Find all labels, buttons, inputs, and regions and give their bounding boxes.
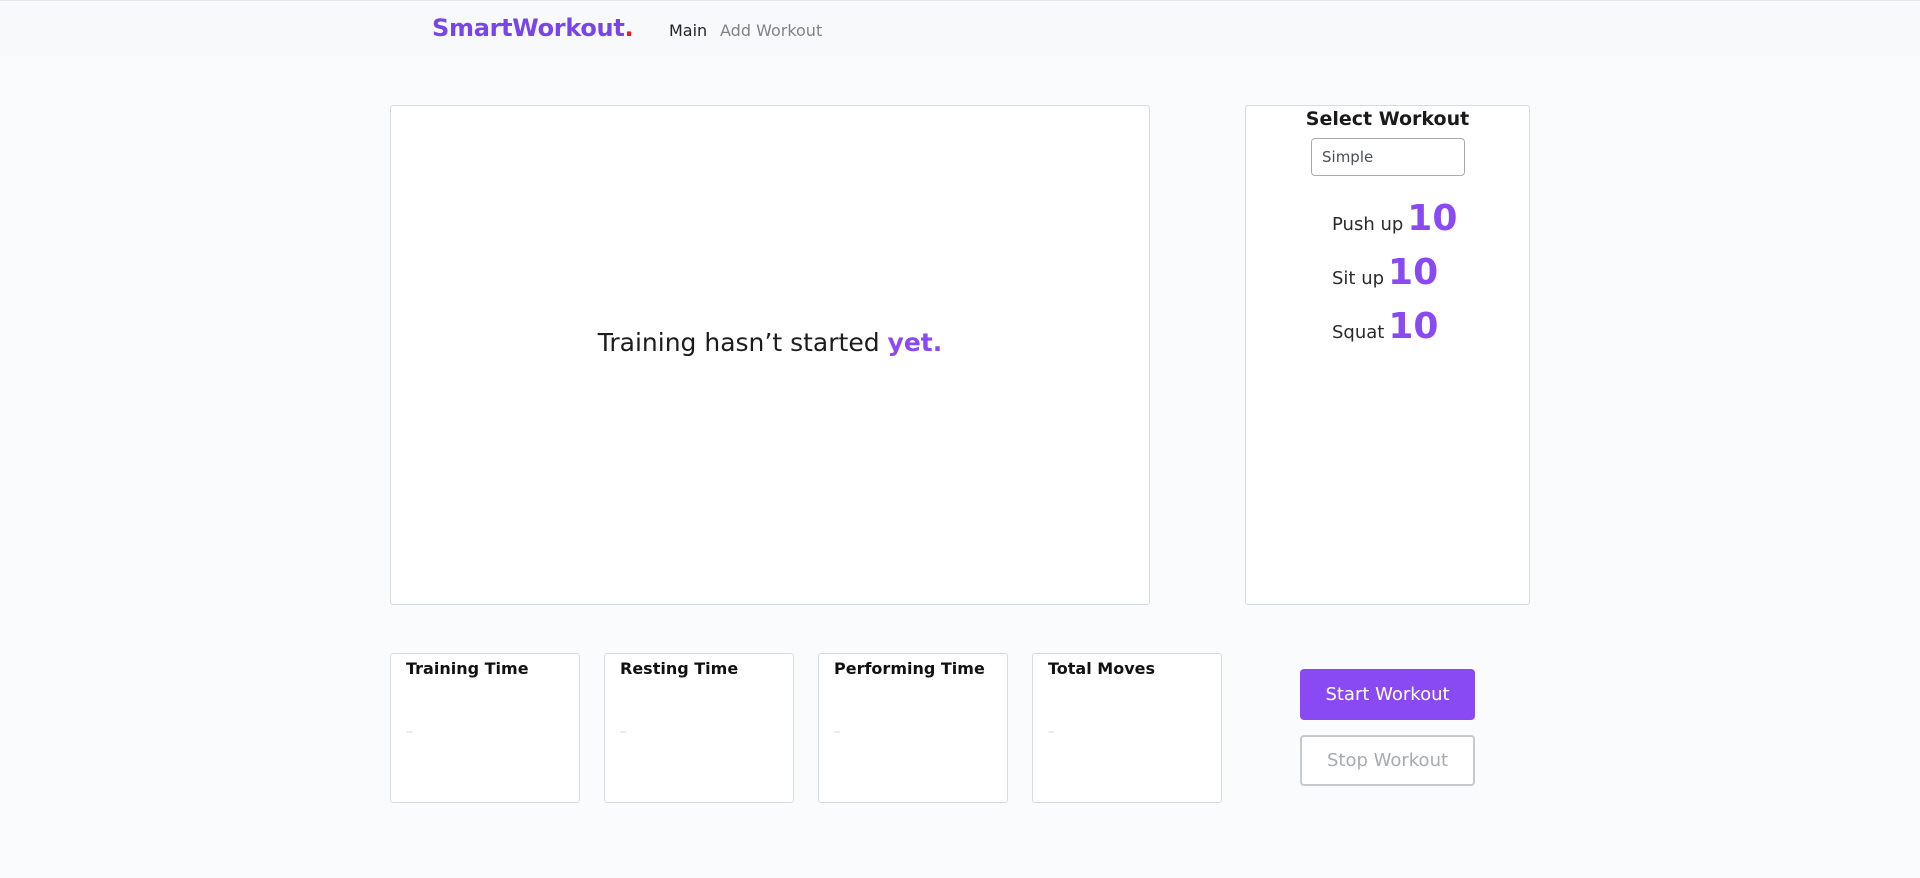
- exercise-item: Push up 10: [1332, 198, 1457, 239]
- stat-value: –: [834, 724, 841, 740]
- stat-label: Training Time: [406, 659, 529, 678]
- nav-add-workout-link[interactable]: Add Workout: [720, 21, 822, 40]
- status-text: Training hasn’t started: [597, 328, 880, 357]
- performing-time-card: Performing Time –: [818, 653, 1008, 803]
- stat-value: –: [1048, 724, 1055, 740]
- navbar: SmartWorkout. Main Add Workout: [0, 0, 1920, 56]
- stat-label: Resting Time: [620, 659, 739, 678]
- stat-label: Performing Time: [834, 659, 985, 678]
- workout-select[interactable]: Simple: [1311, 138, 1465, 176]
- status-highlight: yet: [887, 328, 933, 357]
- training-stage: Training hasn’t started yet.: [390, 105, 1150, 605]
- total-moves-card: Total Moves –: [1032, 653, 1222, 803]
- nav-main-link[interactable]: Main: [669, 21, 707, 40]
- exercise-count: 10: [1388, 306, 1439, 347]
- exercise-name: Sit up: [1332, 268, 1385, 289]
- start-workout-button[interactable]: Start Workout: [1300, 669, 1475, 720]
- exercise-item: Sit up 10: [1332, 252, 1438, 293]
- stat-label: Total Moves: [1048, 659, 1155, 678]
- training-status-message: Training hasn’t started yet.: [391, 328, 1149, 357]
- exercise-name: Squat: [1332, 322, 1385, 343]
- brand-logo[interactable]: SmartWorkout.: [432, 14, 634, 42]
- stop-workout-button[interactable]: Stop Workout: [1300, 735, 1475, 786]
- status-dot: .: [932, 328, 943, 357]
- stat-value: –: [620, 724, 627, 740]
- exercise-count: 10: [1407, 198, 1458, 239]
- select-workout-panel: Select Workout Simple Push up 10 Sit up 10…: [1245, 105, 1530, 605]
- exercise-item: Squat 10: [1332, 306, 1438, 347]
- training-time-card: Training Time –: [390, 653, 580, 803]
- select-workout-title: Select Workout: [1305, 108, 1470, 130]
- exercise-count: 10: [1388, 252, 1439, 293]
- brand-dot: .: [624, 14, 634, 42]
- brand-name: SmartWorkout: [432, 14, 625, 42]
- stat-value: –: [406, 724, 413, 740]
- resting-time-card: Resting Time –: [604, 653, 794, 803]
- exercise-name: Push up: [1332, 214, 1404, 235]
